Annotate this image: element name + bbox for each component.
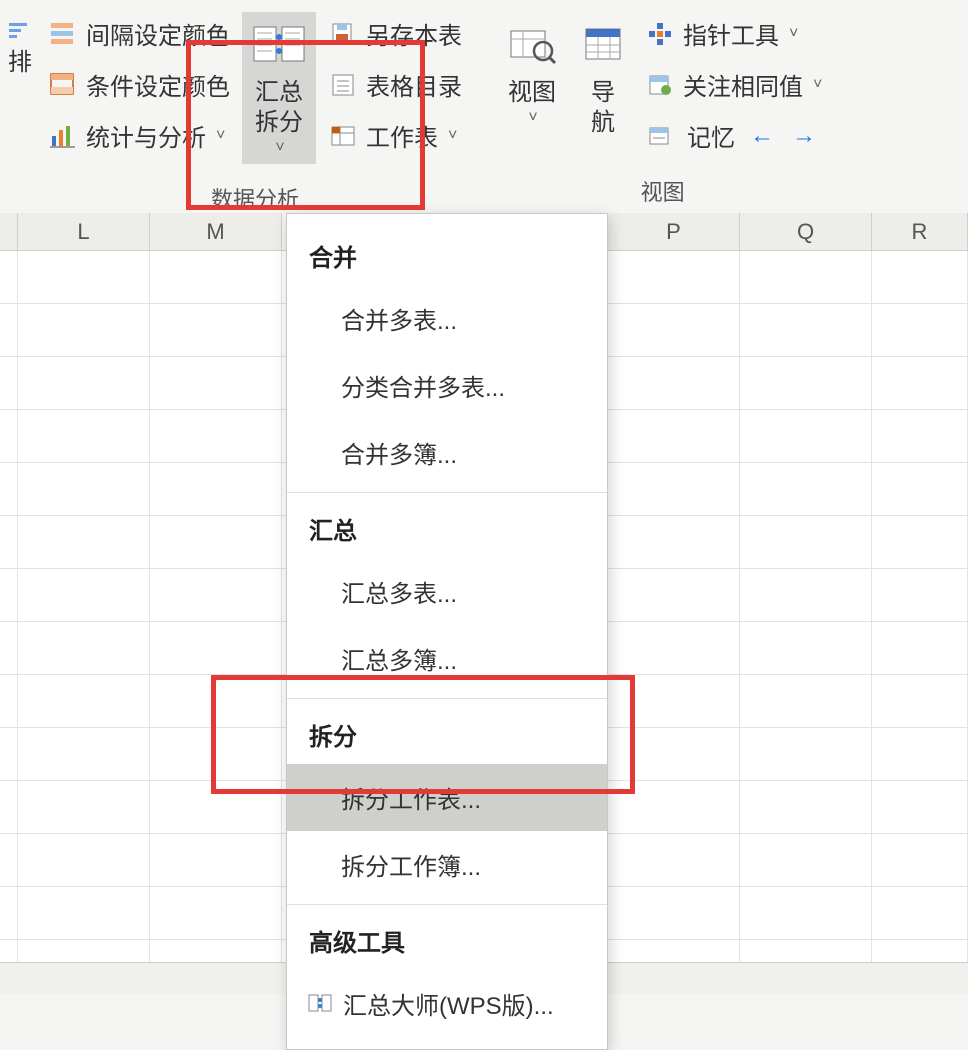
summary-split-dropdown: 合并 合并多表... 分类合并多表... 合并多簿... 汇总 汇总多表... … xyxy=(286,213,608,1050)
column-header[interactable]: Q xyxy=(740,213,872,251)
summary-split-icon xyxy=(307,991,333,1017)
group-label-data xyxy=(0,193,34,213)
chevron-down-icon: ˅ xyxy=(448,127,457,145)
separator xyxy=(287,492,607,493)
view-icon xyxy=(505,18,559,72)
memory-prev-button[interactable]: ← xyxy=(747,121,777,151)
summary-split-label: 汇总拆分 xyxy=(250,78,308,138)
worksheet-button[interactable]: 工作表 ˅ xyxy=(320,114,470,157)
column-header[interactable]: P xyxy=(608,213,740,251)
view-button[interactable]: 视图 ˅ xyxy=(495,12,569,134)
worksheet-icon xyxy=(328,121,358,151)
stats-button[interactable]: 统计与分析 ˅ xyxy=(40,114,238,157)
ribbon: 排 间隔设定颜色 条件设定颜色 xyxy=(0,0,968,213)
ribbon-group-partial: 排 xyxy=(0,0,34,213)
dd-item-merge-workbooks[interactable]: 合并多簿... xyxy=(287,419,607,486)
focus-same-button[interactable]: 关注相同值 ˅ xyxy=(637,63,830,106)
column-header[interactable]: M xyxy=(150,213,282,251)
stats-icon xyxy=(48,121,78,151)
chevron-down-icon: ˅ xyxy=(789,25,798,43)
chevron-down-icon: ˅ xyxy=(528,108,537,128)
chevron-down-icon: ˅ xyxy=(216,127,225,145)
dd-section-split: 拆分 xyxy=(287,705,607,764)
interval-color-button[interactable]: 间隔设定颜色 xyxy=(40,12,238,55)
column-header[interactable]: L xyxy=(18,213,150,251)
ribbon-group-data-analysis: 间隔设定颜色 条件设定颜色 统计与分析 ˅ xyxy=(34,0,476,213)
save-sheet-button[interactable]: 另存本表 xyxy=(320,12,470,55)
dd-item-split-sheet[interactable]: 拆分工作表... xyxy=(287,764,607,831)
nav-icon xyxy=(576,18,630,72)
dd-item-split-workbook[interactable]: 拆分工作簿... xyxy=(287,831,607,898)
dd-section-merge: 合并 xyxy=(287,226,607,285)
dd-item-merge-by-category[interactable]: 分类合并多表... xyxy=(287,352,607,419)
pointer-icon xyxy=(645,19,675,49)
memory-icon xyxy=(645,121,675,151)
focus-icon xyxy=(645,70,675,100)
grid-color-icon xyxy=(48,19,78,49)
dd-item-master[interactable]: 汇总大师(WPS版)... xyxy=(287,970,607,1037)
dd-item-merge-sheets[interactable]: 合并多表... xyxy=(287,285,607,352)
chevron-down-icon: ˅ xyxy=(275,138,284,158)
dd-item-summary-workbooks[interactable]: 汇总多簿... xyxy=(287,625,607,692)
toc-icon xyxy=(328,70,358,100)
sheet-stack: 另存本表 表格目录 工作表 ˅ xyxy=(320,12,470,157)
nav-button[interactable]: 导航 xyxy=(573,12,633,144)
chevron-down-icon: ˅ xyxy=(813,76,822,94)
summary-split-button[interactable]: 汇总拆分 ˅ xyxy=(242,12,316,164)
conditional-color-button[interactable]: 条件设定颜色 xyxy=(40,63,238,106)
dd-section-advanced: 高级工具 xyxy=(287,911,607,970)
ribbon-group-view: 视图 ˅ 导航 指针工具 ˅ xyxy=(489,0,836,213)
column-header[interactable]: R xyxy=(872,213,968,251)
sheet-toc-button[interactable]: 表格目录 xyxy=(320,63,470,106)
separator xyxy=(287,698,607,699)
column-header-partial[interactable] xyxy=(0,213,18,251)
memory-next-button[interactable]: → xyxy=(789,121,819,151)
summary-split-icon xyxy=(252,18,306,72)
sort-icon xyxy=(5,18,35,48)
sort-button-partial[interactable]: 排 xyxy=(6,12,34,84)
color-stack: 间隔设定颜色 条件设定颜色 统计与分析 ˅ xyxy=(40,12,238,157)
dd-section-summary: 汇总 xyxy=(287,499,607,558)
pointer-tools-button[interactable]: 指针工具 ˅ xyxy=(637,12,830,55)
dd-item-summary-sheets[interactable]: 汇总多表... xyxy=(287,558,607,625)
view-stack: 指针工具 ˅ 关注相同值 ˅ 记忆 ← → xyxy=(637,12,830,157)
save-icon xyxy=(328,19,358,49)
memory-button[interactable]: 记忆 ← → xyxy=(637,114,830,157)
separator xyxy=(287,904,607,905)
condition-color-icon xyxy=(48,70,78,100)
